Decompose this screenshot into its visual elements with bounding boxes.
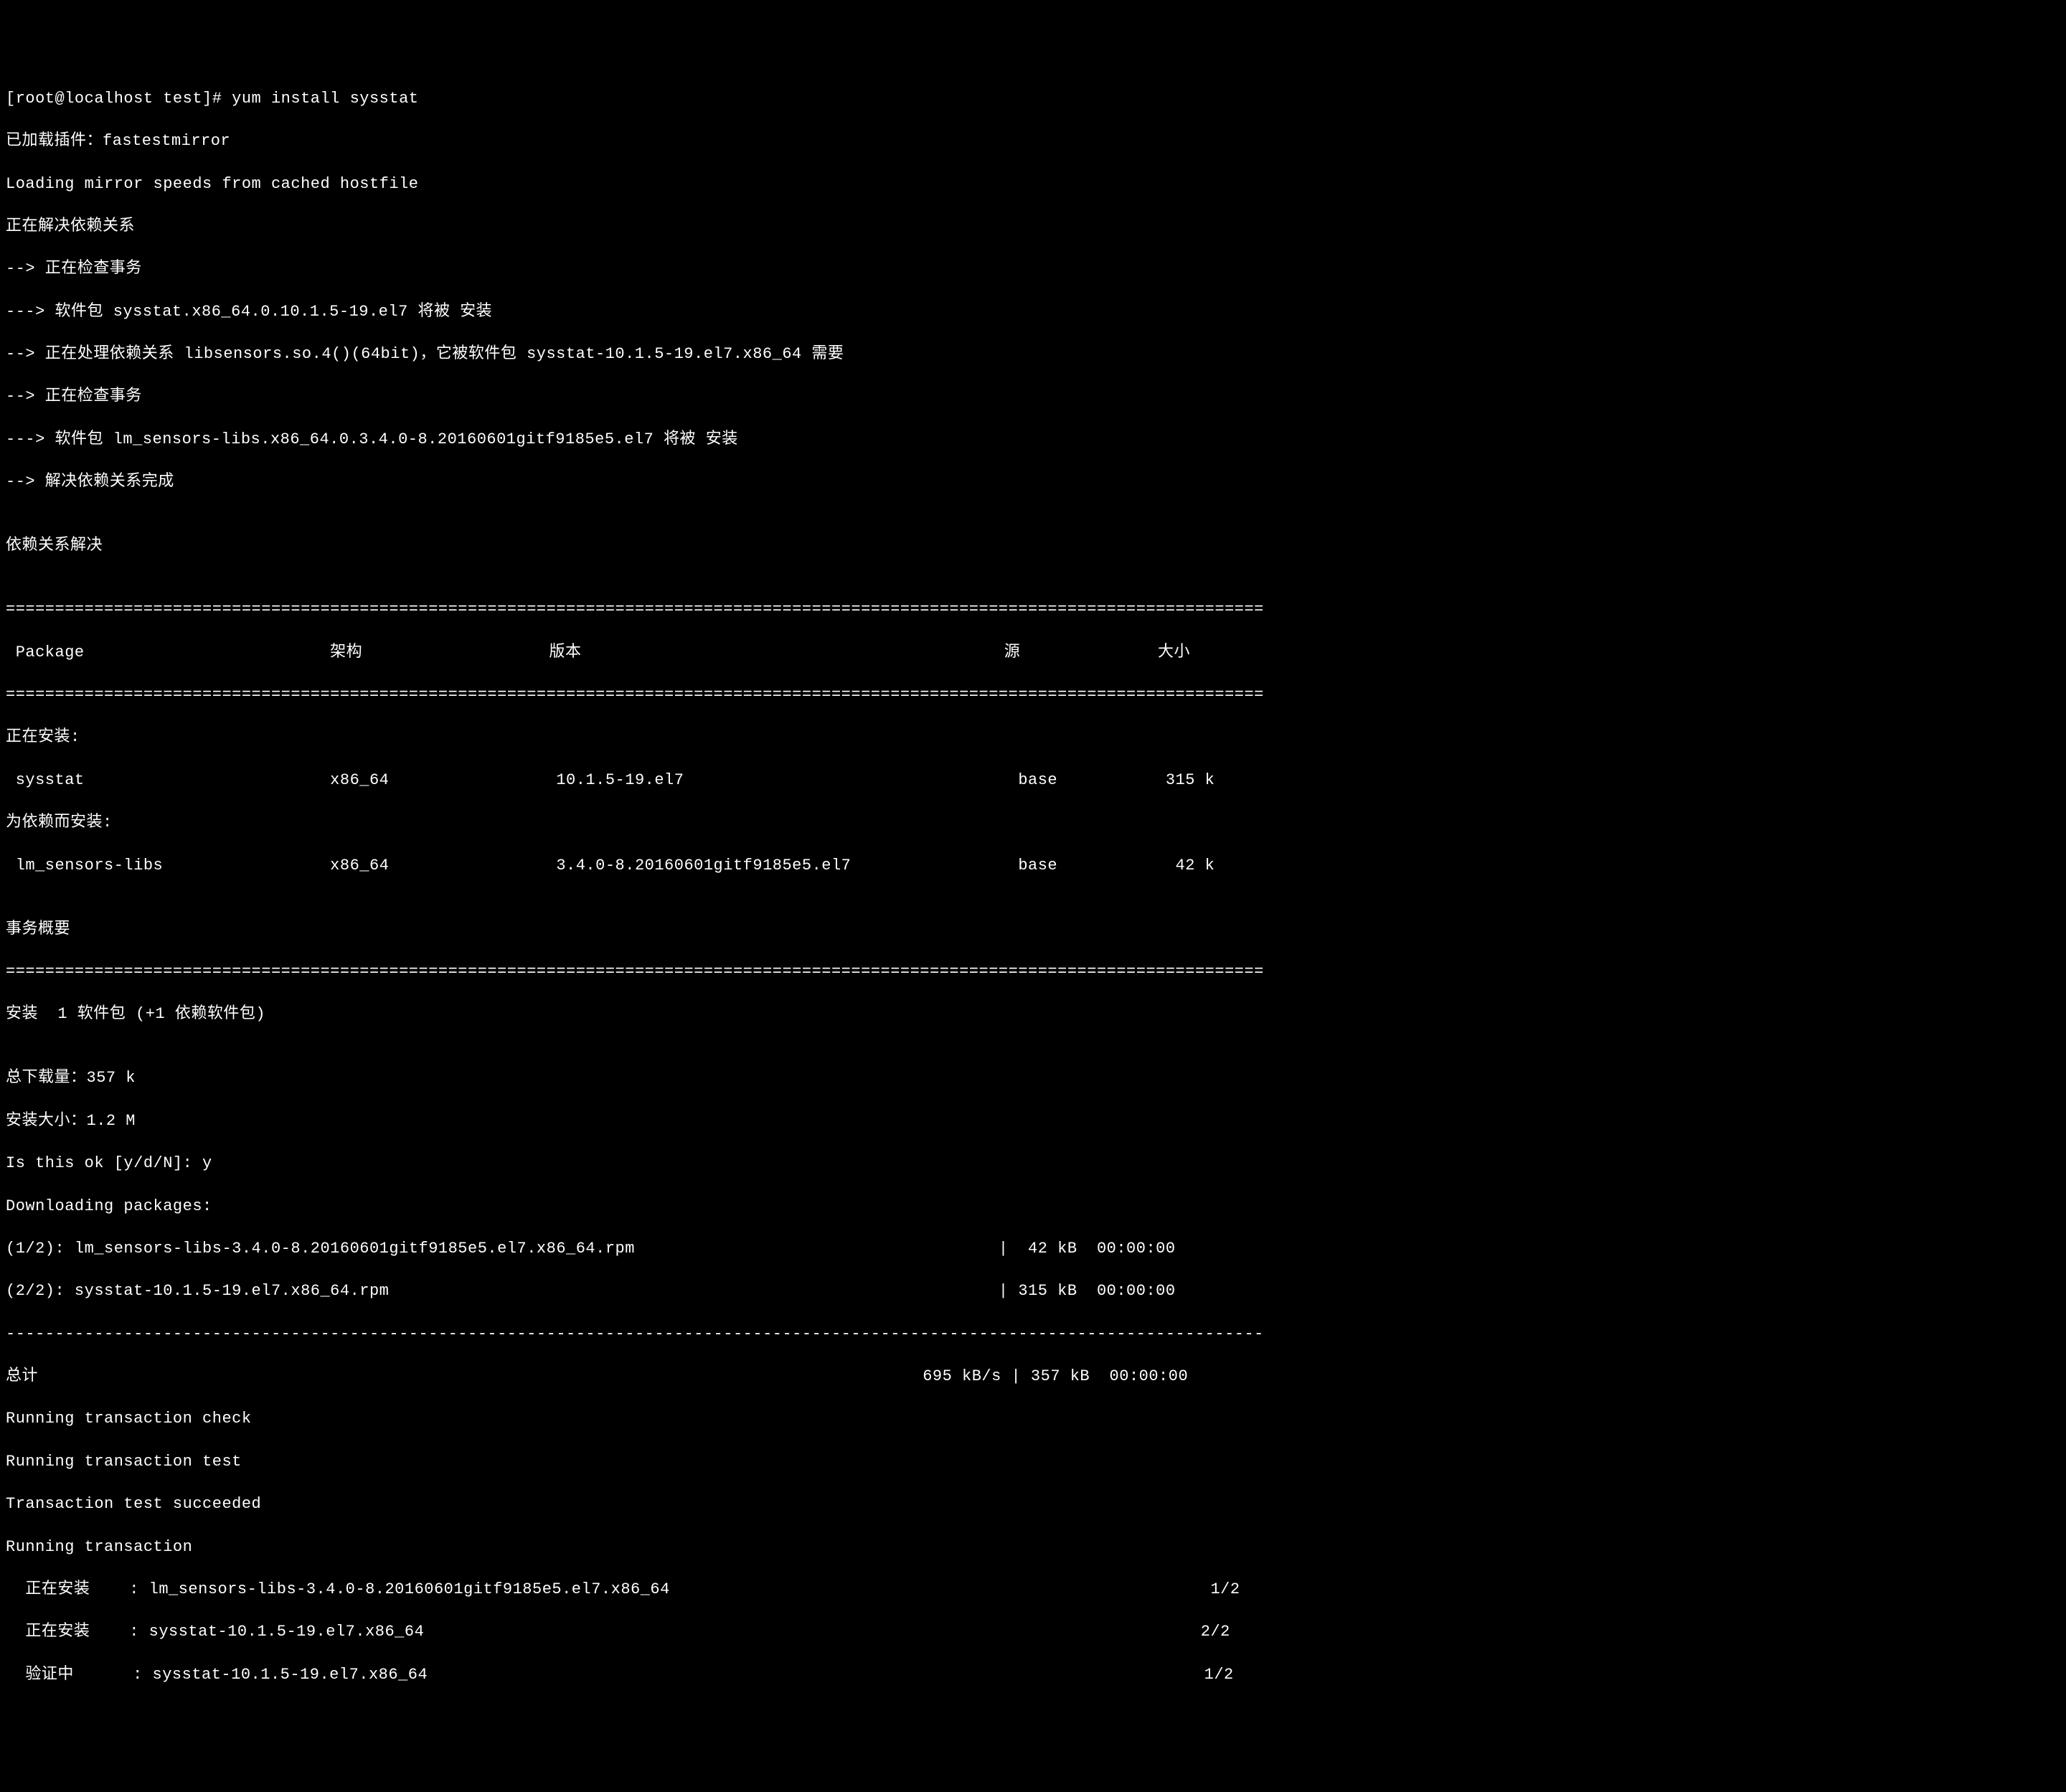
- separator: ========================================…: [6, 961, 2060, 983]
- terminal-output: 已加载插件：fastestmirror: [6, 131, 2060, 152]
- package-row: lm_sensors-libs x86_64 3.4.0-8.20160601g…: [6, 855, 2060, 877]
- confirmation-prompt[interactable]: Is this ok [y/d/N]: y: [6, 1153, 2060, 1174]
- section-label: 正在安装:: [6, 727, 2060, 748]
- terminal-output: 安装 1 软件包 (+1 依赖软件包): [6, 1004, 2060, 1025]
- terminal-output: --> 正在处理依赖关系 libsensors.so.4()(64bit)，它被…: [6, 344, 2060, 365]
- total-row: 总计 695 kB/s | 357 kB 00:00:00: [6, 1366, 2060, 1387]
- terminal-output: --> 正在检查事务: [6, 258, 2060, 280]
- terminal-output: Running transaction: [6, 1537, 2060, 1558]
- terminal-output: Loading mirror speeds from cached hostfi…: [6, 174, 2060, 195]
- download-row: (1/2): lm_sensors-libs-3.4.0-8.20160601g…: [6, 1238, 2060, 1260]
- terminal-output: ---> 软件包 sysstat.x86_64.0.10.1.5-19.el7 …: [6, 301, 2060, 323]
- terminal-output: Transaction test succeeded: [6, 1494, 2060, 1515]
- terminal-output: ---> 软件包 lm_sensors-libs.x86_64.0.3.4.0-…: [6, 429, 2060, 451]
- separator: ========================================…: [6, 684, 2060, 706]
- terminal-output: 安装大小：1.2 M: [6, 1110, 2060, 1132]
- terminal-output: Running transaction test: [6, 1451, 2060, 1473]
- terminal-prompt: [root@localhost test]# yum install sysst…: [6, 88, 2060, 110]
- install-row: 正在安装 : sysstat-10.1.5-19.el7.x86_64 2/2: [6, 1621, 2060, 1643]
- terminal-output: 总下载量：357 k: [6, 1067, 2060, 1089]
- download-row: (2/2): sysstat-10.1.5-19.el7.x86_64.rpm …: [6, 1281, 2060, 1302]
- table-header: Package 架构 版本 源 大小: [6, 642, 2060, 664]
- package-row: sysstat x86_64 10.1.5-19.el7 base 315 k: [6, 770, 2060, 791]
- section-label: 事务概要: [6, 919, 2060, 940]
- verify-row: 验证中 : sysstat-10.1.5-19.el7.x86_64 1/2: [6, 1664, 2060, 1686]
- separator: ----------------------------------------…: [6, 1324, 2060, 1345]
- separator: ========================================…: [6, 599, 2060, 621]
- terminal-output: --> 解决依赖关系完成: [6, 471, 2060, 493]
- terminal-output: Running transaction check: [6, 1408, 2060, 1430]
- install-row: 正在安装 : lm_sensors-libs-3.4.0-8.20160601g…: [6, 1579, 2060, 1600]
- terminal-output: 依赖关系解决: [6, 535, 2060, 557]
- section-label: 为依赖而安装:: [6, 812, 2060, 834]
- terminal-output: --> 正在检查事务: [6, 386, 2060, 407]
- terminal-output: 正在解决依赖关系: [6, 216, 2060, 237]
- terminal-output: Downloading packages:: [6, 1196, 2060, 1217]
